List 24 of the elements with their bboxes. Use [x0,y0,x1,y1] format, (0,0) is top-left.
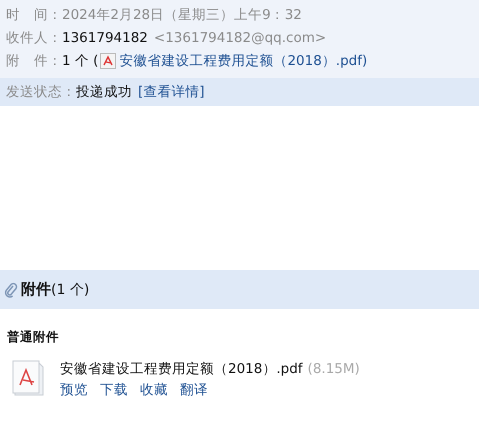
field-label: 时 间： [6,6,62,24]
attachment-count: 1 个 ( [62,52,98,70]
file-action-link[interactable]: 收藏 [140,381,168,399]
attachments-title: 附件 [21,280,51,299]
recipient-name: 1361794182 [62,30,148,46]
status-label: 发送状态： [6,83,76,101]
file-action-link[interactable]: 翻译 [180,381,208,399]
details-link[interactable]: [查看详情] [138,83,205,101]
file-size: (8.15M) [308,361,360,377]
attachments-count: (1 个) [51,280,90,298]
pdf-icon [100,52,116,68]
time-value: 2024年2月28日（星期三）上午9：32 [62,6,302,24]
attachment-close: ) [362,52,368,68]
field-label: 附 件： [6,52,62,70]
file-action-link[interactable]: 预览 [60,381,88,399]
file-name: 安徽省建设工程费用定额（2018）.pdf [60,361,303,377]
file-action-link[interactable]: 下载 [100,381,128,399]
attachment-link[interactable]: 安徽省建设工程费用定额（2018）.pdf [119,52,362,70]
pdf-file-icon [12,360,46,398]
field-label: 收件人： [6,28,62,46]
paperclip-icon [4,282,18,298]
recipient-address: <1361794182@qq.com> [154,30,326,46]
section-title: 普通附件 [6,328,59,346]
status-value: 投递成功 [76,83,132,101]
